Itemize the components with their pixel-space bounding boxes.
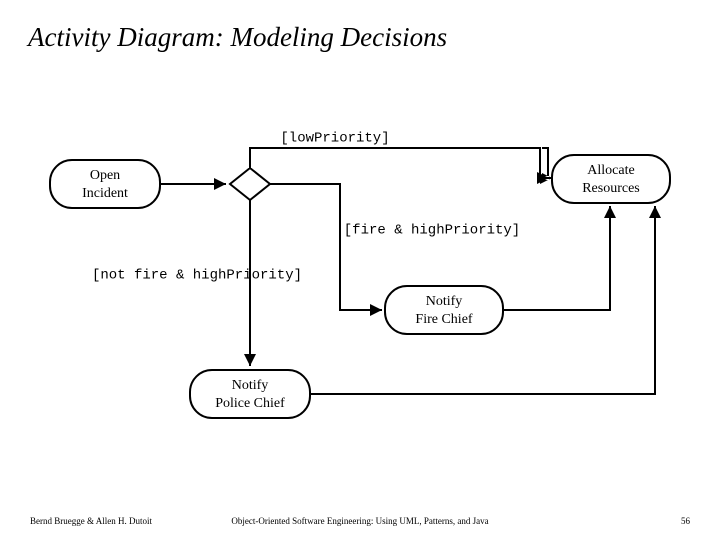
node-allocate-resources: Allocate Resources: [552, 155, 670, 203]
edge-firechief-to-allocate: [503, 206, 610, 310]
edge-decision-to-allocate: [250, 148, 552, 178]
node-notify-police-chief-line2: Police Chief: [215, 396, 285, 411]
node-open-incident: Open Incident: [50, 160, 160, 208]
guard-fire-high: [fire & highPriority]: [344, 223, 520, 239]
node-notify-police-chief: Notify Police Chief: [190, 370, 310, 418]
node-notify-fire-chief-line2: Fire Chief: [415, 312, 472, 327]
guard-not-fire-high: [not fire & highPriority]: [92, 268, 302, 284]
edge-low-priority: [250, 148, 549, 178]
decision-node: [230, 168, 270, 200]
node-notify-police-chief-line1: Notify: [232, 378, 269, 393]
node-open-incident-line2: Incident: [82, 186, 128, 201]
node-allocate-resources-line1: Allocate: [587, 163, 634, 178]
slide-page: Activity Diagram: Modeling Decisions Ope…: [0, 0, 720, 540]
guard-low-priority: [lowPriority]: [280, 131, 389, 147]
activity-diagram: Open Incident Allocate Resources Notify …: [0, 0, 720, 540]
node-open-incident-line1: Open: [90, 168, 120, 183]
footer-book: Object-Oriented Software Engineering: Us…: [0, 516, 720, 526]
footer-page-number: 56: [681, 516, 690, 526]
edge-fire-high: [270, 184, 382, 310]
node-notify-fire-chief: Notify Fire Chief: [385, 286, 503, 334]
node-notify-fire-chief-line1: Notify: [426, 294, 463, 309]
node-allocate-resources-line2: Resources: [582, 181, 640, 196]
